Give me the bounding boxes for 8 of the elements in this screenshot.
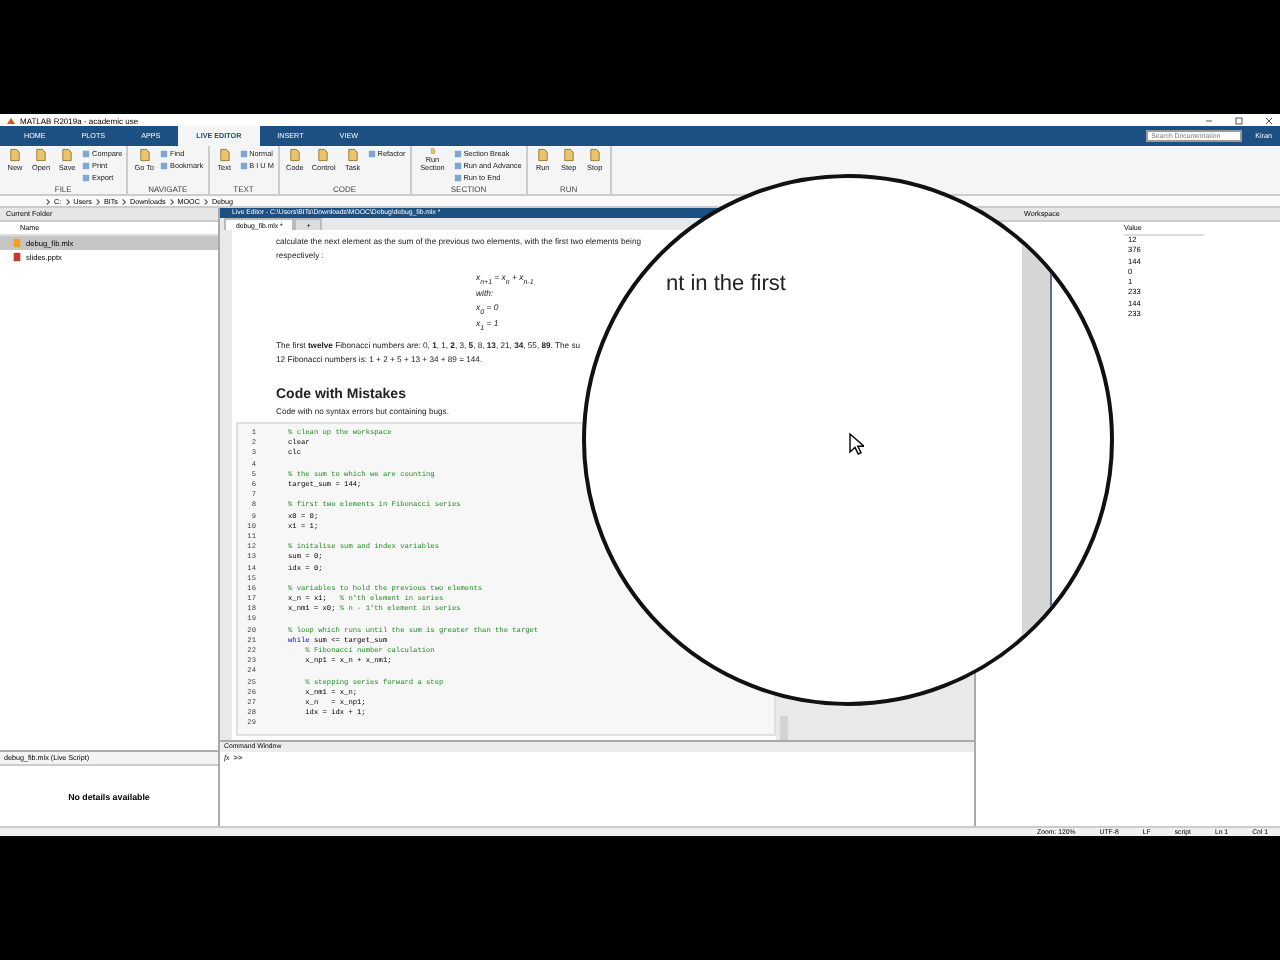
close-icon[interactable] [1264,115,1274,125]
maximize-icon[interactable] [1234,115,1244,125]
minimize-icon[interactable] [1204,115,1214,125]
script-file-icon [12,238,22,248]
chevron-icon [44,197,52,205]
cursor-icon [848,432,864,456]
magnified-text: nt in the first [666,272,786,296]
slides-file-icon [12,252,22,262]
